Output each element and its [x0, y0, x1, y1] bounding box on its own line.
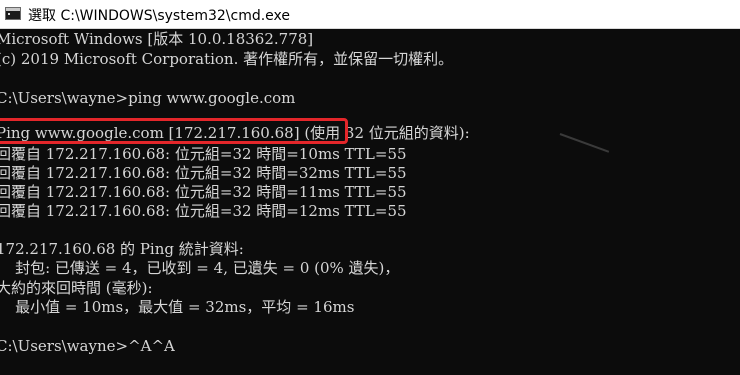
console-line-rtt-values: 最小值 = 10ms，最大值 = 32ms，平均 = 16ms — [0, 298, 355, 316]
cmd-console-icon[interactable] — [5, 7, 21, 20]
window-title: 選取 C:\WINDOWS\system32\cmd.exe — [28, 8, 291, 24]
console-line-copyright: (c) 2019 Microsoft Corporation. 著作權所有，並保… — [0, 50, 454, 68]
console-line-reply-2: 回覆自 172.217.160.68: 位元組=32 時間=32ms TTL=5… — [0, 164, 407, 182]
console-line-version: Microsoft Windows [版本 10.0.18362.778] — [0, 30, 314, 48]
annotation-stroke — [559, 133, 610, 153]
console-line-prompt: C:\Users\wayne>^A^A — [0, 337, 175, 355]
console-line-reply-4: 回覆自 172.217.160.68: 位元組=32 時間=12ms TTL=5… — [0, 202, 407, 220]
console-line-stats-title: 172.217.160.68 的 Ping 統計資料: — [0, 240, 244, 258]
console-output[interactable]: Microsoft Windows [版本 10.0.18362.778] (c… — [0, 29, 740, 375]
console-line-rtt-title: 大約的來回時間 (毫秒): — [0, 279, 153, 297]
console-line-ping-command: C:\Users\wayne>ping www.google.com — [0, 89, 296, 107]
highlight-annotation-box — [0, 118, 348, 144]
console-line-packets: 封包: 已傳送 = 4，已收到 = 4, 已遺失 = 0 (0% 遺失)， — [0, 259, 400, 277]
console-line-reply-1: 回覆自 172.217.160.68: 位元組=32 時間=10ms TTL=5… — [0, 145, 407, 163]
cmd-window: 選取 C:\WINDOWS\system32\cmd.exe Microsoft… — [0, 0, 740, 375]
console-line-reply-3: 回覆自 172.217.160.68: 位元組=32 時間=11ms TTL=5… — [0, 183, 407, 201]
title-bar[interactable]: 選取 C:\WINDOWS\system32\cmd.exe — [0, 0, 740, 29]
